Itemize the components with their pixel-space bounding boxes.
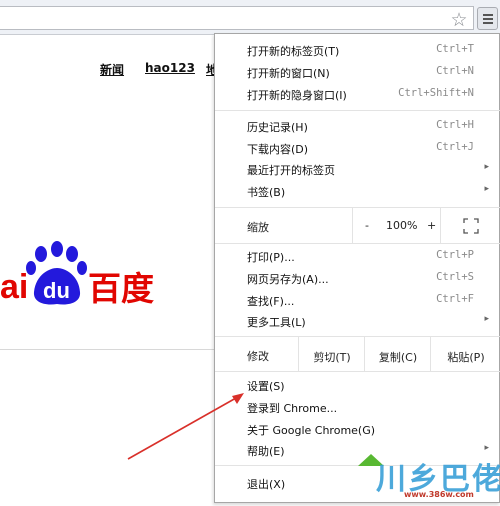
menu-item-new-incognito[interactable]: 打开新的隐身窗口(I) Ctrl+Shift+N bbox=[215, 83, 500, 105]
star-icon[interactable]: ☆ bbox=[449, 10, 469, 30]
copy-button[interactable]: 复制(C) bbox=[364, 337, 431, 371]
menu-item-label: 打印(P)... bbox=[247, 251, 295, 264]
hamburger-menu-icon-bar bbox=[483, 22, 493, 24]
menu-item-label: 帮助(E) bbox=[247, 445, 285, 458]
logo-du: du bbox=[43, 278, 70, 303]
menu-item-label: 书签(B) bbox=[247, 186, 286, 199]
menu-item-label: 查找(F)... bbox=[247, 295, 295, 308]
menu-item-label: 打开新的窗口(N) bbox=[247, 67, 330, 80]
hamburger-menu-icon bbox=[483, 14, 493, 16]
zoom-in-button[interactable]: + bbox=[427, 219, 436, 232]
menu-item-more-tools[interactable]: 更多工具(L) ▸ bbox=[215, 310, 500, 332]
nav-link-hao123[interactable]: hao123 bbox=[145, 61, 195, 75]
zoom-row: 缩放 - 100% + bbox=[215, 207, 500, 244]
menu-item-label: 登录到 Chrome... bbox=[247, 402, 338, 415]
menu-item-about[interactable]: 关于 Google Chrome(G) bbox=[215, 418, 500, 440]
menu-item-label: 设置(S) bbox=[247, 380, 285, 393]
menu-item-recent-tabs[interactable]: 最近打开的标签页 ▸ bbox=[215, 158, 500, 180]
watermark-logo: 川乡巴佬 www.386w.com bbox=[352, 452, 500, 504]
menu-item-new-tab[interactable]: 打开新的标签页(T) Ctrl+T bbox=[215, 39, 500, 61]
fullscreen-button[interactable] bbox=[440, 208, 500, 243]
paste-label: 粘贴(P) bbox=[447, 351, 485, 364]
submenu-arrow-icon: ▸ bbox=[484, 314, 489, 324]
fullscreen-icon bbox=[463, 218, 479, 234]
zoom-level: 100% bbox=[386, 219, 418, 232]
browser-toolbar: ☆ bbox=[0, 0, 500, 35]
logo-cn: 百度 bbox=[88, 269, 154, 308]
chrome-menu-button[interactable] bbox=[477, 7, 498, 30]
hamburger-menu-icon-bar bbox=[483, 18, 493, 20]
edit-label: 修改 bbox=[247, 350, 269, 363]
menu-item-shortcut: Ctrl+T bbox=[436, 43, 474, 55]
menu-item-print[interactable]: 打印(P)... Ctrl+P bbox=[215, 245, 500, 267]
paste-button[interactable]: 粘贴(P) bbox=[430, 337, 500, 371]
menu-item-label: 网页另存为(A)... bbox=[247, 273, 329, 286]
submenu-arrow-icon: ▸ bbox=[484, 162, 489, 172]
menu-item-shortcut: Ctrl+H bbox=[436, 119, 474, 131]
content-divider bbox=[0, 349, 214, 350]
chrome-main-menu: 打开新的标签页(T) Ctrl+T 打开新的窗口(N) Ctrl+N 打开新的隐… bbox=[214, 33, 500, 503]
menu-item-new-window[interactable]: 打开新的窗口(N) Ctrl+N bbox=[215, 61, 500, 83]
menu-item-find[interactable]: 查找(F)... Ctrl+F bbox=[215, 289, 500, 311]
zoom-label: 缩放 bbox=[247, 221, 269, 234]
menu-item-shortcut: Ctrl+N bbox=[436, 65, 474, 77]
menu-item-label: 退出(X) bbox=[247, 478, 286, 491]
menu-item-label: 最近打开的标签页 bbox=[247, 164, 335, 177]
menu-item-label: 关于 Google Chrome(G) bbox=[247, 424, 376, 437]
address-bar[interactable] bbox=[0, 6, 474, 30]
menu-item-sign-in[interactable]: 登录到 Chrome... bbox=[215, 396, 500, 418]
menu-item-downloads[interactable]: 下载内容(D) Ctrl+J bbox=[215, 137, 500, 159]
menu-item-label: 打开新的标签页(T) bbox=[247, 45, 340, 58]
menu-separator bbox=[215, 110, 500, 111]
menu-item-history[interactable]: 历史记录(H) Ctrl+H bbox=[215, 115, 500, 137]
cut-label: 剪切(T) bbox=[313, 351, 351, 364]
menu-item-shortcut: Ctrl+J bbox=[436, 141, 474, 153]
watermark-url: www.386w.com bbox=[404, 490, 474, 499]
zoom-controls: - 100% + bbox=[352, 208, 441, 243]
cut-button[interactable]: 剪切(T) bbox=[298, 337, 365, 371]
menu-item-shortcut: Ctrl+Shift+N bbox=[398, 87, 474, 99]
menu-item-label: 打开新的隐身窗口(I) bbox=[247, 89, 347, 102]
menu-item-settings[interactable]: 设置(S) bbox=[215, 374, 500, 396]
menu-item-label: 下载内容(D) bbox=[247, 143, 309, 156]
menu-item-label: 历史记录(H) bbox=[247, 121, 308, 134]
menu-item-shortcut: Ctrl+P bbox=[436, 249, 474, 261]
menu-item-bookmarks[interactable]: 书签(B) ▸ bbox=[215, 180, 500, 202]
zoom-out-button[interactable]: - bbox=[365, 219, 369, 232]
nav-link-news[interactable]: 新闻 bbox=[100, 61, 124, 78]
copy-label: 复制(C) bbox=[378, 351, 418, 364]
menu-item-label: 更多工具(L) bbox=[247, 316, 306, 329]
menu-item-shortcut: Ctrl+F bbox=[436, 293, 474, 305]
submenu-arrow-icon: ▸ bbox=[484, 184, 489, 194]
menu-item-shortcut: Ctrl+S bbox=[436, 271, 474, 283]
menu-item-save-page[interactable]: 网页另存为(A)... Ctrl+S bbox=[215, 267, 500, 289]
baidu-logo: ai du 百度 bbox=[0, 240, 170, 310]
edit-row: 修改 剪切(T) 复制(C) 粘贴(P) bbox=[215, 336, 500, 372]
logo-ai: ai bbox=[0, 268, 28, 306]
